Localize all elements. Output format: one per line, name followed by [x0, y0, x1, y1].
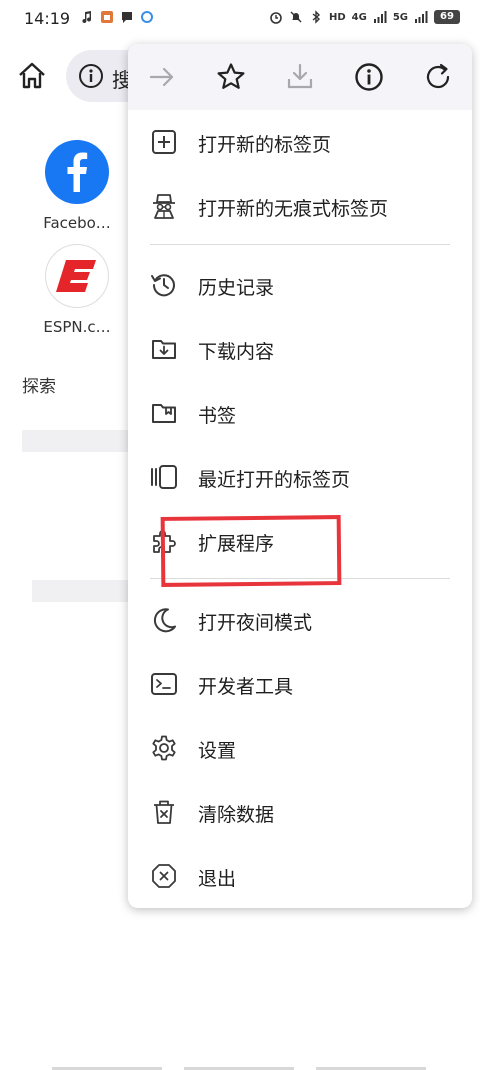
shortcut-label: Facebo…	[43, 214, 111, 232]
hd-indicator: HD	[328, 11, 346, 23]
menu-item-developer-tools[interactable]: 开发者工具	[128, 652, 472, 716]
new-tab-icon	[152, 130, 176, 154]
espn-e-icon	[56, 260, 96, 292]
placeholder-card	[22, 430, 132, 452]
downloads-icon	[152, 340, 176, 359]
site-info-icon[interactable]	[78, 63, 104, 89]
menu-item-exit[interactable]: 退出	[128, 844, 472, 908]
status-time: 14:19	[24, 9, 71, 28]
star-icon[interactable]	[215, 61, 247, 93]
clear-data-icon	[154, 800, 174, 824]
menu-item-label: 历史记录	[198, 277, 275, 299]
explore-heading: 探索	[22, 377, 56, 397]
bookmarks-icon	[152, 404, 176, 423]
bluetooth-icon	[312, 10, 321, 24]
download-icon[interactable]	[284, 61, 316, 93]
network-4g-indicator: 4G	[351, 11, 367, 23]
menu-toolbar	[128, 44, 472, 110]
history-icon	[151, 274, 175, 297]
menu-item-label: 书签	[198, 405, 237, 427]
incognito-icon	[153, 194, 175, 219]
reload-icon[interactable]	[422, 61, 454, 93]
browser-notification-icon	[141, 11, 153, 23]
menu-item-downloads[interactable]: 下载内容	[128, 317, 472, 381]
menu-item-label: 打开夜间模式	[198, 612, 313, 634]
espn-logo	[45, 244, 109, 308]
menu-item-bookmarks[interactable]: 书签	[128, 381, 472, 445]
night-mode-icon	[153, 608, 176, 633]
placeholder-card	[32, 580, 132, 602]
shortcut-label: ESPN.c…	[43, 318, 111, 336]
developer-tools-icon	[151, 673, 177, 695]
signal-icon	[373, 11, 387, 23]
settings-icon	[152, 735, 176, 761]
app-notification-icon	[101, 11, 113, 23]
info-icon[interactable]	[353, 61, 385, 93]
facebook-logo	[45, 140, 109, 204]
menu-divider	[150, 244, 450, 245]
message-icon	[122, 12, 132, 23]
shortcut-facebook[interactable]: Facebo…	[37, 140, 117, 232]
overflow-menu: 打开新的标签页 打开新的无痕式标签页 历史记录 下载内容 书签 最近打开的标签页…	[128, 44, 472, 908]
shortcut-espn[interactable]: ESPN.c…	[37, 244, 117, 336]
menu-item-label: 下载内容	[198, 341, 275, 363]
highlight-annotation	[160, 515, 342, 587]
alarm-icon	[270, 12, 282, 24]
exit-icon	[152, 864, 176, 888]
menu-item-label: 最近打开的标签页	[198, 469, 351, 491]
menu-item-night-mode[interactable]: 打开夜间模式	[128, 588, 472, 652]
menu-item-history[interactable]: 历史记录	[128, 253, 472, 317]
menu-item-label: 清除数据	[198, 804, 275, 826]
menu-item-label: 打开新的标签页	[198, 134, 332, 156]
menu-item-label: 退出	[198, 868, 237, 890]
battery-indicator: 69	[434, 10, 460, 24]
home-icon[interactable]	[16, 60, 48, 92]
menu-item-settings[interactable]: 设置	[128, 716, 472, 780]
network-5g-indicator: 5G	[392, 11, 408, 23]
bottom-indicators	[0, 1066, 480, 1070]
signal-icon	[415, 11, 428, 23]
music-note-icon	[82, 11, 92, 24]
facebook-f-icon	[67, 152, 88, 192]
mute-icon	[290, 11, 302, 23]
forward-arrow-icon[interactable]	[146, 61, 178, 93]
menu-item-incognito-tab[interactable]: 打开新的无痕式标签页	[128, 174, 472, 238]
menu-item-recent-tabs[interactable]: 最近打开的标签页	[128, 445, 472, 509]
status-bar: 14:19 HD 4G 5G 69	[0, 0, 480, 36]
recent-tabs-icon	[151, 465, 177, 489]
menu-item-label: 设置	[198, 740, 237, 762]
menu-item-new-tab[interactable]: 打开新的标签页	[128, 110, 472, 174]
menu-item-clear-data[interactable]: 清除数据	[128, 780, 472, 844]
menu-item-label: 开发者工具	[198, 676, 294, 698]
menu-item-label: 打开新的无痕式标签页	[198, 198, 389, 220]
